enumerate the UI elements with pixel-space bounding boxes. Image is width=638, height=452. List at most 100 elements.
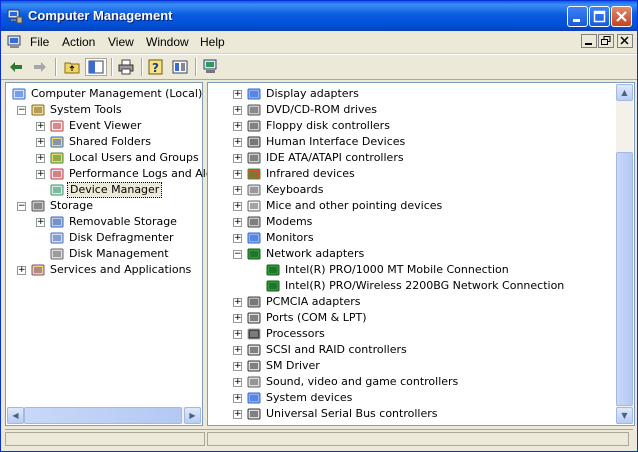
mdi-restore-button[interactable]: [598, 34, 614, 48]
device-tree-item[interactable]: + IDE ATA/ATAPI controllers: [208, 150, 616, 166]
maximize-button[interactable]: [589, 6, 610, 27]
expand-icon[interactable]: +: [233, 394, 242, 403]
menu-window[interactable]: Window: [146, 35, 189, 49]
expand-icon[interactable]: +: [233, 154, 242, 163]
menu-help[interactable]: Help: [200, 35, 225, 49]
device-tree-item[interactable]: + Sound, video and game controllers: [208, 374, 616, 390]
console-tree-item[interactable]: Device Manager: [6, 182, 200, 198]
horizontal-scrollbar[interactable]: ◀ ▶: [7, 407, 201, 424]
sound-icon: [246, 374, 262, 390]
device-tree-item[interactable]: + Universal Serial Bus controllers: [208, 406, 616, 422]
show-hide-tree-button[interactable]: [85, 58, 107, 76]
properties-icon[interactable]: [171, 58, 189, 76]
device-tree-item[interactable]: + SM Driver: [208, 358, 616, 374]
console-tree-pane[interactable]: Computer Management (Local) − System Tools…: [5, 82, 227, 426]
device-tree-item[interactable]: + Display adapters: [208, 86, 616, 102]
console-icon[interactable]: [7, 34, 23, 50]
expand-icon[interactable]: +: [233, 346, 242, 355]
device-tree-item[interactable]: + Keyboards: [208, 182, 616, 198]
console-tree-item[interactable]: − System Tools: [6, 102, 200, 118]
menu-action[interactable]: Action: [62, 35, 95, 49]
tree-item-label: Processors: [266, 327, 325, 340]
minimize-button[interactable]: [567, 6, 588, 27]
scroll-left-button[interactable]: ◀: [7, 407, 24, 424]
expand-icon[interactable]: +: [233, 106, 242, 115]
device-tree-item[interactable]: + System devices: [208, 390, 616, 406]
collapse-icon[interactable]: −: [17, 202, 26, 211]
menu-file[interactable]: File: [30, 35, 49, 49]
device-tree-item[interactable]: + Modems: [208, 214, 616, 230]
device-tree-item[interactable]: Intel(R) PRO/Wireless 2200BG Network Con…: [208, 278, 616, 294]
expand-icon[interactable]: +: [233, 90, 242, 99]
forward-arrow-icon[interactable]: [31, 58, 49, 76]
expand-icon[interactable]: +: [233, 298, 242, 307]
expand-icon[interactable]: +: [36, 218, 45, 227]
expand-icon[interactable]: +: [36, 138, 45, 147]
scroll-thumb[interactable]: [24, 407, 182, 424]
device-manager-icon[interactable]: [202, 58, 220, 76]
console-tree-item[interactable]: + Performance Logs and Alerts: [6, 166, 227, 182]
expand-icon[interactable]: +: [233, 362, 242, 371]
help-icon[interactable]: ?: [147, 58, 165, 76]
expand-icon[interactable]: +: [233, 186, 242, 195]
print-icon[interactable]: [117, 58, 135, 76]
monitor-icon: [246, 230, 262, 246]
expand-icon[interactable]: +: [233, 410, 242, 419]
console-tree-item[interactable]: + Removable Storage: [6, 214, 200, 230]
users-icon: [49, 150, 65, 166]
scroll-down-button[interactable]: ▼: [616, 407, 633, 424]
console-tree-item[interactable]: − Storage: [6, 198, 200, 214]
expand-icon[interactable]: +: [233, 202, 242, 211]
up-folder-icon[interactable]: [63, 58, 81, 76]
console-tree-item[interactable]: + Event Viewer: [6, 118, 200, 134]
device-tree-item[interactable]: + Mice and other pointing devices: [208, 198, 616, 214]
device-tree-item[interactable]: + SCSI and RAID controllers: [208, 342, 616, 358]
sm-driver-icon: [246, 358, 262, 374]
device-tree-item[interactable]: + PCMCIA adapters: [208, 294, 616, 310]
device-tree-item[interactable]: − Network adapters: [208, 246, 616, 262]
scsi-icon: [246, 342, 262, 358]
scroll-up-button[interactable]: ▲: [616, 84, 633, 101]
expand-icon[interactable]: +: [233, 330, 242, 339]
expand-icon[interactable]: +: [233, 122, 242, 131]
device-tree-item[interactable]: + Human Interface Devices: [208, 134, 616, 150]
expand-icon[interactable]: +: [233, 378, 242, 387]
vertical-scrollbar[interactable]: ▲ ▼: [616, 84, 633, 424]
collapse-icon[interactable]: −: [233, 250, 242, 259]
computer-management-icon: [11, 86, 27, 102]
console-tree-item[interactable]: + Services and Applications: [6, 262, 200, 278]
mdi-close-button[interactable]: [617, 34, 633, 48]
scroll-right-button[interactable]: ▶: [184, 407, 201, 424]
device-tree-item[interactable]: + Floppy disk controllers: [208, 118, 616, 134]
device-tree-item[interactable]: + DVD/CD-ROM drives: [208, 102, 616, 118]
scroll-thumb[interactable]: [616, 152, 633, 406]
device-tree-pane[interactable]: + Display adapters + DVD/CD-ROM drives + Flop…: [207, 82, 635, 426]
expand-icon[interactable]: +: [36, 154, 45, 163]
expand-icon[interactable]: +: [36, 122, 45, 131]
console-tree-item[interactable]: + Local Users and Groups: [6, 150, 200, 166]
menu-view[interactable]: View: [108, 35, 134, 49]
console-tree-item[interactable]: + Shared Folders: [6, 134, 200, 150]
mouse-icon: [246, 198, 262, 214]
console-tree-item[interactable]: Disk Defragmenter: [6, 230, 200, 246]
close-button[interactable]: [611, 6, 632, 27]
expand-icon[interactable]: +: [17, 266, 26, 275]
expand-icon[interactable]: +: [233, 234, 242, 243]
expand-icon[interactable]: +: [233, 218, 242, 227]
device-tree-item[interactable]: + Monitors: [208, 230, 616, 246]
device-tree-item[interactable]: + Processors: [208, 326, 616, 342]
back-arrow-icon[interactable]: [7, 58, 25, 76]
expand-icon[interactable]: +: [36, 170, 45, 179]
collapse-icon[interactable]: −: [17, 106, 26, 115]
title-bar[interactable]: Computer Management: [1, 1, 637, 31]
expand-icon[interactable]: +: [233, 170, 242, 179]
cdrom-icon: [246, 102, 262, 118]
expand-icon[interactable]: +: [233, 138, 242, 147]
device-tree-item[interactable]: Intel(R) PRO/1000 MT Mobile Connection: [208, 262, 616, 278]
console-tree-item[interactable]: Computer Management (Local): [6, 86, 202, 102]
mdi-minimize-button[interactable]: [581, 34, 597, 48]
device-tree-item[interactable]: + Infrared devices: [208, 166, 616, 182]
expand-icon[interactable]: +: [233, 314, 242, 323]
device-tree-item[interactable]: + Ports (COM & LPT): [208, 310, 616, 326]
console-tree-item[interactable]: Disk Management: [6, 246, 200, 262]
